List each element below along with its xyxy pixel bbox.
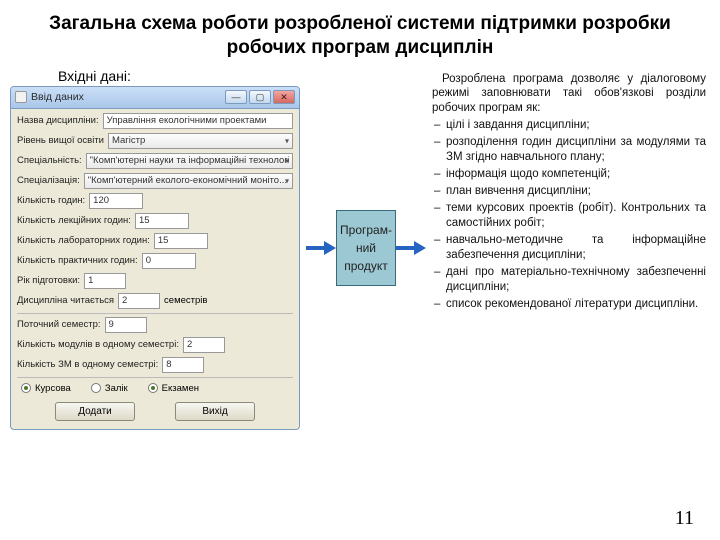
read-input[interactable] <box>118 293 160 309</box>
window-titlebar: Ввід даних — ▢ ✕ <box>11 87 299 109</box>
current-semester-input[interactable] <box>105 317 147 333</box>
speciality-label: Спеціальність: <box>17 155 82 166</box>
speciality-select[interactable] <box>86 153 293 169</box>
current-semester-label: Поточний семестр: <box>17 319 101 330</box>
add-button[interactable]: Додати <box>55 402 135 421</box>
practical-hours-input[interactable] <box>142 253 196 269</box>
form-body: Назва дисципліни: Рівень вищої освіти Сп… <box>11 109 299 429</box>
level-label: Рівень вищої освіти <box>17 135 104 146</box>
year-label: Рік підготовки: <box>17 275 80 286</box>
list-item: список рекомендованої літератури дисципл… <box>432 297 706 312</box>
slide-title: Загальна схема роботи розробленої систем… <box>0 0 720 66</box>
left-column: Вхідні дані: Ввід даних — ▢ ✕ Назва дисц… <box>10 66 300 430</box>
list-item: навчально-методичне та інформаційне забе… <box>432 233 706 263</box>
close-button[interactable]: ✕ <box>273 90 295 104</box>
practical-hours-label: Кількість практичних годин: <box>17 255 138 266</box>
year-input[interactable] <box>84 273 126 289</box>
middle-column: Програм- ний продукт <box>306 66 426 430</box>
discipline-name-label: Назва дисципліни: <box>17 115 99 126</box>
hours-label: Кількість годин: <box>17 195 85 206</box>
discipline-name-input[interactable] <box>103 113 293 129</box>
level-select[interactable] <box>108 133 293 149</box>
list-item: дані про матеріально-технічному забезпеч… <box>432 265 706 295</box>
arrow-left <box>306 241 336 255</box>
list-item: розподілення годин дисципліни за модулям… <box>432 135 706 165</box>
product-box: Програм- ний продукт <box>336 210 396 286</box>
maximize-button[interactable]: ▢ <box>249 90 271 104</box>
right-column: Розроблена програма дозволяє у діалогово… <box>432 66 710 430</box>
read-suffix: семестрів <box>164 295 207 306</box>
hours-input[interactable] <box>89 193 143 209</box>
app-icon <box>15 91 27 103</box>
list-item: теми курсових проектів (робіт). Контроль… <box>432 201 706 231</box>
input-data-label: Вхідні дані: <box>58 68 300 84</box>
specialization-label: Спеціалізація: <box>17 175 80 186</box>
feature-list: цілі і завдання дисципліни; розподілення… <box>432 118 706 311</box>
modules-label: Кількість модулів в одному семестрі: <box>17 339 179 350</box>
dialog-window: Ввід даних — ▢ ✕ Назва дисципліни: Рівен… <box>10 86 300 430</box>
arrow-right <box>396 241 426 255</box>
page-number: 11 <box>675 507 694 530</box>
zalik-radio[interactable]: Залік <box>91 383 128 394</box>
specialization-select[interactable] <box>84 173 293 189</box>
separator <box>17 313 293 314</box>
content-area: Вхідні дані: Ввід даних — ▢ ✕ Назва дисц… <box>0 66 720 430</box>
lecture-hours-input[interactable] <box>135 213 189 229</box>
list-item: план вивчення дисципліни; <box>432 184 706 199</box>
radio-group: Курсова Залік Екзамен <box>17 381 293 398</box>
ekzamen-radio[interactable]: Екзамен <box>148 383 199 394</box>
modules-input[interactable] <box>183 337 225 353</box>
list-item: інформація щодо компетенцій; <box>432 167 706 182</box>
lecture-hours-label: Кількість лекційних годин: <box>17 215 131 226</box>
lab-hours-input[interactable] <box>154 233 208 249</box>
zm-label: Кількість ЗМ в одному семестрі: <box>17 359 158 370</box>
intro-text: Розроблена програма дозволяє у діалогово… <box>432 72 706 117</box>
zm-input[interactable] <box>162 357 204 373</box>
window-caption: Ввід даних <box>31 91 84 103</box>
list-item: цілі і завдання дисципліни; <box>432 118 706 133</box>
kursova-radio[interactable]: Курсова <box>21 383 71 394</box>
separator-2 <box>17 377 293 378</box>
minimize-button[interactable]: — <box>225 90 247 104</box>
lab-hours-label: Кількість лабораторних годин: <box>17 235 150 246</box>
exit-button[interactable]: Вихід <box>175 402 255 421</box>
read-label: Дисципліна читається <box>17 295 114 306</box>
